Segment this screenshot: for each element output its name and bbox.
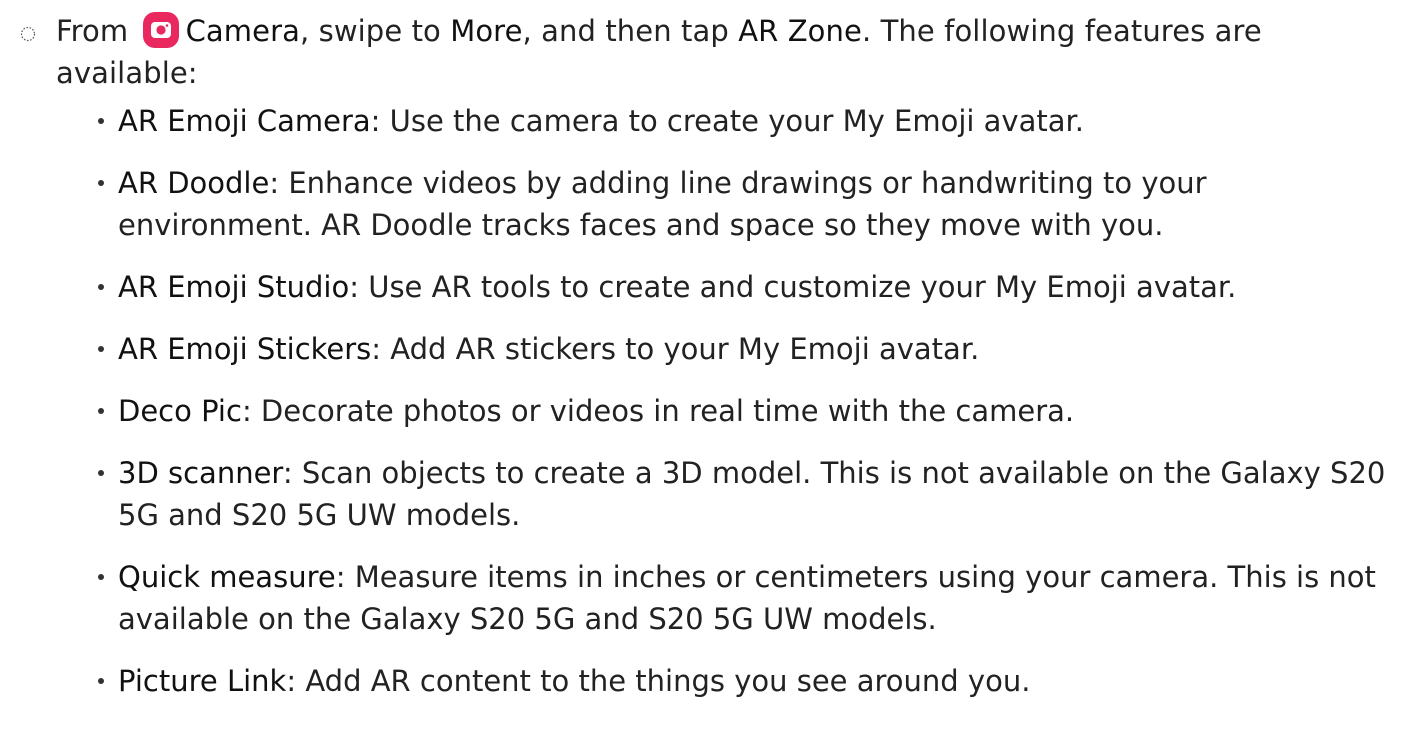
- feature-description: : Add AR stickers to your My Emoji avata…: [371, 332, 980, 366]
- bullet-icon: [98, 470, 104, 476]
- feature-name: Picture Link: [118, 664, 287, 698]
- list-item: AR Emoji Studio: Use AR tools to create …: [98, 266, 1392, 308]
- list-item: AR Emoji Stickers: Add AR stickers to yo…: [98, 328, 1392, 370]
- ar-zone-label: AR Zone: [738, 14, 862, 48]
- list-item: 3D scanner: Scan objects to create a 3D …: [98, 452, 1392, 536]
- feature-name: AR Emoji Stickers: [118, 332, 372, 366]
- bullet-icon: [98, 408, 104, 414]
- feature-description: : Use the camera to create your My Emoji…: [370, 104, 1084, 138]
- instruction-text: From Camera, swipe to More, and then tap…: [56, 10, 1376, 94]
- bullet-icon: [98, 118, 104, 124]
- document-page: From Camera, swipe to More, and then tap…: [0, 0, 1403, 746]
- intro-prefix: From: [56, 14, 138, 48]
- feature-name: Quick measure: [118, 560, 336, 594]
- list-item: Quick measure: Measure items in inches o…: [98, 556, 1392, 640]
- list-item: AR Emoji Camera: Use the camera to creat…: [98, 100, 1392, 142]
- feature-name: AR Doodle: [118, 166, 270, 200]
- feature-name: AR Emoji Camera: [118, 104, 371, 138]
- camera-label: Camera: [185, 14, 300, 48]
- feature-name: 3D scanner: [118, 456, 283, 490]
- list-item: Picture Link: Add AR content to the thin…: [98, 660, 1392, 702]
- feature-description: : Scan objects to create a 3D model. Thi…: [118, 456, 1386, 532]
- bullet-icon: [98, 678, 104, 684]
- list-item: Deco Pic: Decorate photos or videos in r…: [98, 390, 1392, 432]
- list-item: AR Doodle: Enhance videos by adding line…: [98, 162, 1392, 246]
- feature-name: AR Emoji Studio: [118, 270, 350, 304]
- feature-description: : Add AR content to the things you see a…: [286, 664, 1031, 698]
- feature-description: : Use AR tools to create and customize y…: [349, 270, 1237, 304]
- bullet-icon: [98, 346, 104, 352]
- more-label: More: [450, 14, 523, 48]
- feature-name: Deco Pic: [118, 394, 242, 428]
- feature-description: : Enhance videos by adding line drawings…: [118, 166, 1207, 242]
- feature-list: AR Emoji Camera: Use the camera to creat…: [98, 100, 1392, 722]
- camera-app-icon: [142, 12, 179, 48]
- intro-mid2: , and then tap: [522, 14, 739, 48]
- intro-mid1: , swipe to: [299, 14, 451, 48]
- step-marker-icon: [20, 26, 36, 42]
- feature-description: : Decorate photos or videos in real time…: [241, 394, 1075, 428]
- bullet-icon: [98, 574, 104, 580]
- bullet-icon: [98, 180, 104, 186]
- bullet-icon: [98, 284, 104, 290]
